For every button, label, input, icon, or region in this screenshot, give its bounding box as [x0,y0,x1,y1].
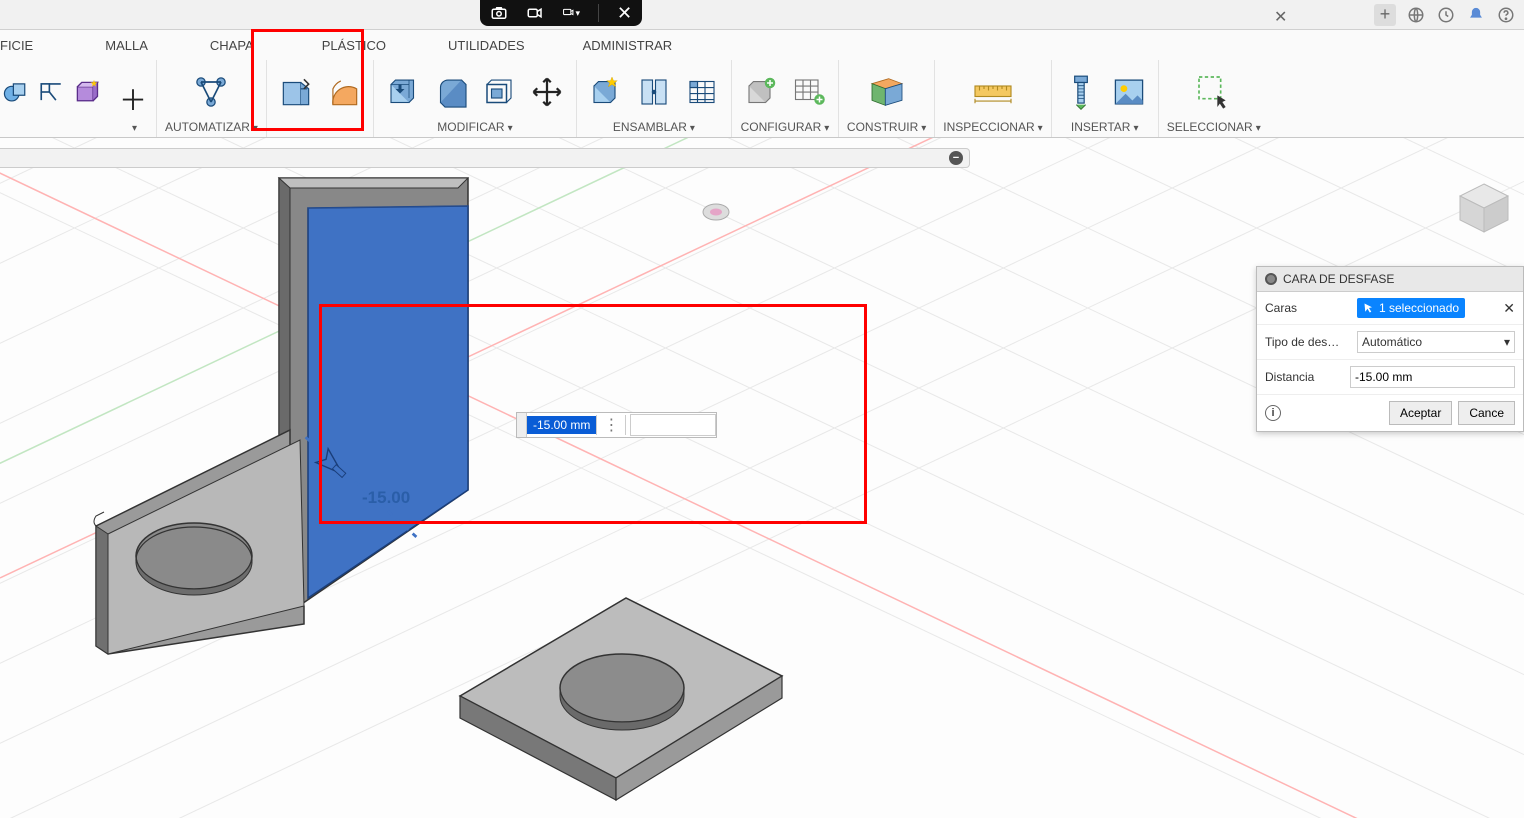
group-configurar-label: CONFIGURAR [741,120,822,134]
dimension-hud: -15.00 mm ⋮ [516,412,717,438]
insert-image-icon[interactable] [1108,71,1150,113]
assemble-component-icon[interactable] [585,71,627,113]
tab-malla[interactable]: MALLA [91,30,162,60]
cursor-icon [1363,302,1375,314]
washer-part[interactable] [430,578,800,818]
view-cube[interactable] [1454,178,1514,238]
modify-move-icon[interactable] [526,71,568,113]
hud-secondary-input[interactable] [630,414,716,436]
group-seleccionar-label: SELECCIONAR [1167,120,1253,134]
camera-icon[interactable] [490,4,508,22]
group-inspeccionar-label: INSPECCIONAR [943,120,1034,134]
video-icon[interactable] [526,4,544,22]
plastic-tool-1-icon[interactable] [275,71,317,113]
construct-plane-icon[interactable] [866,71,908,113]
tab-chapa[interactable]: CHAPA [196,30,268,60]
tab-plastico[interactable]: PLÁSTICO [308,30,400,60]
canvas-info-bar: − [0,148,970,168]
panel-row-distance: Distancia [1257,360,1523,395]
panel-title: CARA DE DESFASE [1283,272,1394,286]
distance-input[interactable] [1350,366,1515,388]
shape-icon[interactable] [0,77,30,107]
recbar-close-icon[interactable]: ✕ [617,4,632,22]
tabstrip: ✕ + [0,0,1524,30]
faces-label: Caras [1265,301,1349,315]
group-construir-label: CONSTRUIR [847,120,918,134]
help-icon[interactable] [1496,5,1516,25]
ribbon: FICIE MALLA CHAPA PLÁSTICO UTILIDADES AD… [0,30,1524,138]
canvas-viewport[interactable]: − -15.00 [0,138,1524,818]
ribbon-groups: x ＋ AUTOMATIZAR [0,60,1524,137]
configure-add-icon[interactable] [740,71,782,113]
type-select[interactable]: Automático ▾ [1357,331,1515,353]
plastic-tool-2-icon[interactable] [323,71,365,113]
hud-value-input[interactable]: -15.00 mm [527,416,596,434]
panel-bullet-icon [1265,273,1277,285]
hud-menu-button[interactable]: ⋮ [596,415,626,435]
property-panel: CARA DE DESFASE Caras 1 seleccionado ✕ T… [1256,266,1524,432]
assemble-joint-icon[interactable] [633,71,675,113]
tab-administrar[interactable]: ADMINISTRAR [569,30,687,60]
clock-icon[interactable] [1436,5,1456,25]
screen-record-icon[interactable]: ▾ [562,4,580,22]
modify-fillet-icon[interactable] [430,71,472,113]
recording-toolbar: ▾ ✕ [480,0,642,26]
hud-grip[interactable] [517,413,527,437]
ribbon-tabs: FICIE MALLA CHAPA PLÁSTICO UTILIDADES AD… [0,30,1524,60]
configure-table-icon[interactable] [788,71,830,113]
type-label: Tipo de des… [1265,335,1349,349]
faces-clear-button[interactable]: ✕ [1503,300,1515,317]
group-ensamblar-label: ENSAMBLAR [613,120,687,134]
insert-fastener-icon[interactable] [1060,71,1102,113]
tab-utilidades[interactable]: UTILIDADES [434,30,539,60]
plus-cursor-icon[interactable]: ＋ [118,84,148,114]
faces-selection-chip[interactable]: 1 seleccionado [1357,298,1465,318]
dimension-label: -15.00 [362,488,410,508]
panel-row-faces: Caras 1 seleccionado ✕ [1257,292,1523,325]
cancel-button[interactable]: Cance [1458,401,1515,425]
modify-press-icon[interactable] [382,71,424,113]
chevron-down-icon: ▾ [1504,335,1510,349]
modify-shell-icon[interactable] [478,71,520,113]
notification-bell-icon[interactable] [1466,5,1486,25]
tab-close-icon[interactable]: ✕ [1274,7,1287,27]
divider [598,4,599,22]
panel-row-type: Tipo de des… Automático ▾ [1257,325,1523,360]
group-insertar-label: INSERTAR [1071,120,1131,134]
group-modificar-label: MODIFICAR [437,120,504,134]
distance-label: Distancia [1265,370,1342,384]
sketch-icon[interactable] [36,77,66,107]
automate-icon[interactable] [190,71,232,113]
home-icon[interactable] [1406,5,1426,25]
group-automatizar-label: AUTOMATIZAR [165,120,250,134]
panel-footer: i Aceptar Cance [1257,395,1523,431]
new-tab-button[interactable]: + [1374,4,1396,26]
panel-header[interactable]: CARA DE DESFASE [1257,267,1523,292]
select-icon[interactable] [1193,71,1235,113]
inspect-measure-icon[interactable] [972,71,1014,113]
info-icon[interactable]: i [1265,405,1281,421]
accept-button[interactable]: Aceptar [1389,401,1452,425]
tab-superficie[interactable]: FICIE [0,30,47,60]
assemble-table-icon[interactable] [681,71,723,113]
box-star-icon[interactable] [72,77,102,107]
collapse-bar-button[interactable]: − [949,151,963,165]
